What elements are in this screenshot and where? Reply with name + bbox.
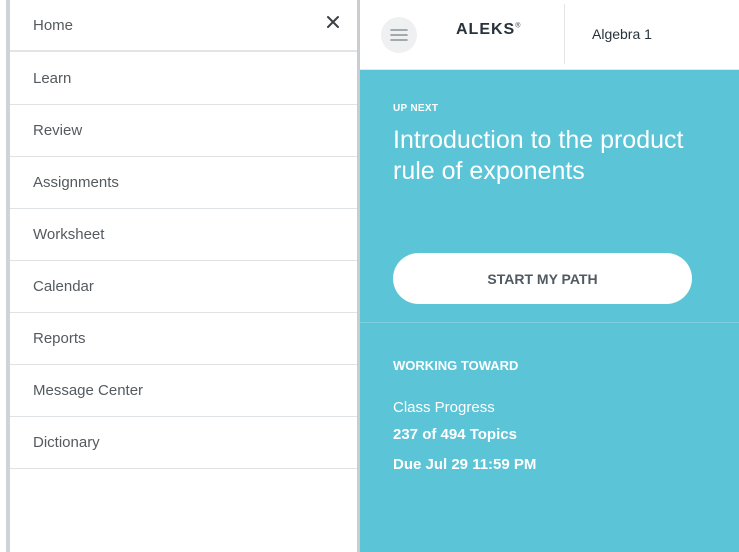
- sidebar-item-reports[interactable]: Reports: [10, 313, 357, 365]
- sidebar-item-label: Worksheet: [33, 226, 105, 243]
- sidebar-item-label: Calendar: [33, 278, 94, 295]
- section-divider: [360, 322, 739, 323]
- sidebar-item-review[interactable]: Review: [10, 105, 357, 157]
- sidebar-item-assignments[interactable]: Assignments: [10, 157, 357, 209]
- course-name[interactable]: Algebra 1: [592, 26, 652, 42]
- top-bar: ALEKS® Algebra 1: [360, 0, 739, 70]
- side-menu: Home Learn Review Assignments Worksheet …: [10, 0, 357, 552]
- header-separator: [564, 4, 565, 64]
- class-progress-label: Class Progress: [393, 399, 495, 416]
- sidebar-item-label: Message Center: [33, 382, 144, 399]
- working-toward-label: WORKING TOWARD: [393, 358, 519, 373]
- left-edge-strip: [0, 0, 10, 552]
- sidebar-item-worksheet[interactable]: Worksheet: [10, 209, 357, 261]
- logo-text: ALEKS: [456, 21, 516, 38]
- registered-mark: ®: [515, 22, 522, 30]
- sidebar-item-message-center[interactable]: Message Center: [10, 365, 357, 417]
- topic-title: Introduction to the product rule of expo…: [393, 126, 684, 185]
- aleks-logo[interactable]: ALEKS®: [456, 21, 521, 39]
- sidebar-item-dictionary[interactable]: Dictionary: [10, 417, 357, 469]
- topics-count: 237 of 494 Topics: [393, 426, 517, 443]
- sidebar-item-label: Assignments: [33, 174, 119, 191]
- sidebar-item-label: Review: [33, 122, 83, 139]
- sidebar-item-label: Reports: [33, 330, 86, 347]
- sidebar-item-label: Home: [33, 16, 74, 34]
- sidebar-item-label: Learn: [33, 70, 72, 87]
- sidebar-item-home[interactable]: Home: [10, 0, 357, 52]
- close-icon[interactable]: [321, 10, 345, 34]
- sidebar-item-learn[interactable]: Learn: [10, 53, 357, 105]
- hamburger-icon[interactable]: [381, 17, 417, 53]
- sidebar-item-label: Dictionary: [33, 434, 100, 451]
- due-date: Due Jul 29 11:59 PM: [393, 456, 537, 473]
- main-panel: ALEKS® Algebra 1 UP NEXT Introduction to…: [360, 0, 739, 552]
- sidebar-item-calendar[interactable]: Calendar: [10, 261, 357, 313]
- start-my-path-button[interactable]: START MY PATH: [393, 253, 692, 304]
- up-next-label: UP NEXT: [393, 103, 439, 114]
